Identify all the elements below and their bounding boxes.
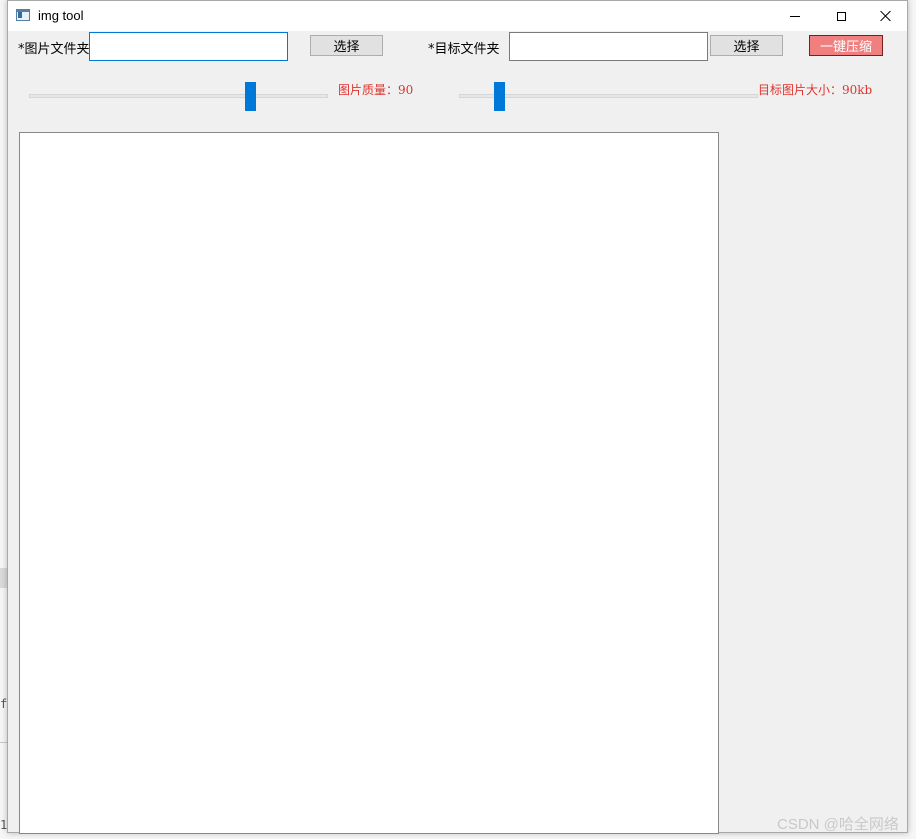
minimize-icon (790, 15, 800, 17)
size-slider-thumb[interactable] (494, 82, 505, 111)
image-preview-area[interactable] (19, 132, 719, 834)
source-select-button[interactable]: 选择 (310, 35, 383, 56)
app-window: img tool *图片文件夹 选择 *目标文件夹 选择 一键压缩 图片质量：9… (7, 0, 908, 834)
source-folder-label: *图片文件夹 (18, 42, 90, 57)
watermark: CSDN @哈全网络 (777, 816, 899, 833)
maximize-button[interactable] (818, 1, 864, 31)
quality-label: 图片质量：90 (338, 83, 414, 97)
size-label: 目标图片大小：90kb (758, 83, 873, 97)
target-folder-input[interactable] (509, 32, 708, 61)
title-bar[interactable]: img tool (8, 1, 907, 31)
app-icon (16, 9, 30, 21)
target-folder-label: *目标文件夹 (428, 42, 500, 57)
minimize-button[interactable] (772, 1, 818, 31)
close-button[interactable] (863, 1, 909, 31)
maximize-icon (836, 11, 846, 21)
compress-button[interactable]: 一键压缩 (809, 35, 883, 56)
target-select-button[interactable]: 选择 (710, 35, 783, 56)
quality-slider-track[interactable] (29, 94, 328, 98)
quality-slider-thumb[interactable] (245, 82, 256, 111)
window-title: img tool (38, 8, 84, 23)
close-icon (880, 10, 892, 22)
source-folder-input[interactable] (89, 32, 288, 61)
